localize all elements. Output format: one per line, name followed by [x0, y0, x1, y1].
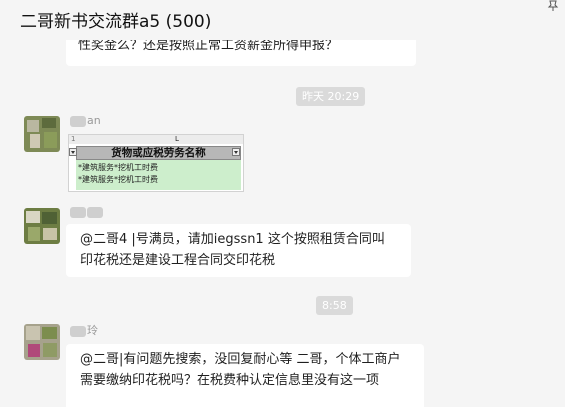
column-letter: L — [175, 135, 179, 143]
avatar[interactable] — [24, 116, 60, 152]
title-bar: 二哥新书交流群a5 (500) — [0, 0, 565, 40]
blurred-name — [70, 325, 86, 337]
chat-title: 二哥新书交流群a5 (500) — [20, 12, 212, 32]
dropdown-arrow-icon — [69, 148, 77, 156]
message-text: 性奖金么？还是按照正常工资薪金所得申报？ — [78, 40, 339, 53]
message-text: @二哥|有问题先搜索，没回复耐心等 二哥，个体工商户需要缴纳印花税吗？在税费种认… — [80, 352, 401, 388]
message-text: @二哥4 |号满员，请加iegssn1 这个按照租赁合同叫印花税还是建设工程合同… — [80, 232, 385, 268]
sheet-row: *建筑服务*挖机工时费 — [78, 175, 158, 184]
sheet-row: *建筑服务*挖机工时费 — [78, 163, 158, 172]
row-number: 1 — [71, 135, 76, 143]
timestamp: 昨天 20:29 — [296, 87, 366, 106]
sender-name — [70, 205, 104, 218]
timestamp: 8:58 — [316, 296, 353, 315]
sheet-header-cell: 货物或应税劳务名称 — [76, 146, 241, 160]
spreadsheet-image[interactable]: 1 L 货物或应税劳务名称 *建筑服务*挖机工时费 *建筑服务*挖机工时费 — [68, 134, 244, 192]
column-header: 1 L — [69, 135, 243, 144]
pin-icon[interactable] — [547, 0, 559, 12]
chat-area[interactable]: 性奖金么？还是按照正常工资薪金所得申报？ 昨天 20:29 an 1 L 货物或… — [0, 40, 565, 407]
dropdown-arrow-icon — [232, 148, 240, 156]
sender-name: an — [70, 114, 101, 127]
avatar[interactable] — [24, 324, 60, 360]
message-bubble[interactable]: 性奖金么？还是按照正常工资薪金所得申报？ — [66, 40, 416, 66]
sender-name: 玲 — [70, 322, 98, 338]
sheet-data-rows: *建筑服务*挖机工时费 *建筑服务*挖机工时费 — [76, 160, 241, 190]
message-bubble[interactable]: @二哥|有问题先搜索，没回复耐心等 二哥，个体工商户需要缴纳印花税吗？在税费种认… — [66, 344, 424, 407]
message-bubble[interactable]: @二哥4 |号满员，请加iegssn1 这个按照租赁合同叫印花税还是建设工程合同… — [66, 224, 411, 277]
avatar[interactable] — [24, 208, 60, 244]
blurred-name — [70, 206, 86, 218]
blurred-name — [70, 115, 86, 127]
